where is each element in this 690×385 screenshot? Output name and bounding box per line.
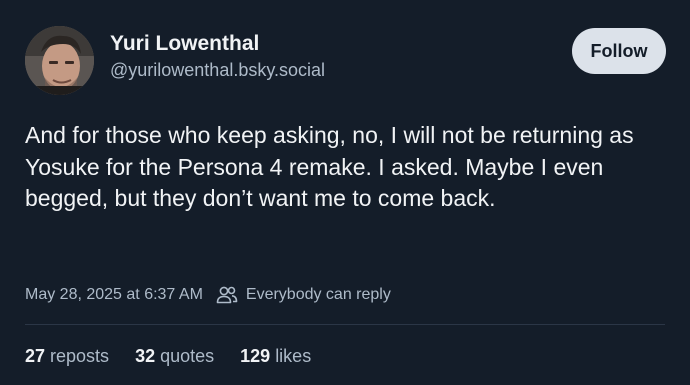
quotes-count: 32: [135, 346, 156, 366]
avatar-photo-icon: [25, 26, 94, 95]
quotes-label: quotes: [160, 346, 215, 366]
divider: [25, 324, 665, 325]
people-icon: [216, 286, 238, 304]
author-display-name[interactable]: Yuri Lowenthal: [110, 32, 259, 56]
quotes-stat[interactable]: 32 quotes: [135, 346, 214, 367]
author-handle[interactable]: @yurilowenthal.bsky.social: [110, 60, 325, 81]
likes-stat[interactable]: 129 likes: [240, 346, 311, 367]
reposts-count: 27: [25, 346, 46, 366]
post-timestamp[interactable]: May 28, 2025 at 6:37 AM: [25, 286, 203, 304]
post-card: Yuri Lowenthal @yurilowenthal.bsky.socia…: [0, 0, 690, 385]
likes-label: likes: [275, 346, 312, 366]
reply-setting: Everybody can reply: [245, 286, 391, 303]
post-stats: 27 reposts 32 quotes 129 likes: [25, 346, 311, 367]
post-meta: May 28, 2025 at 6:37 AM Everybody can re…: [25, 284, 391, 306]
reposts-stat[interactable]: 27 reposts: [25, 346, 109, 367]
follow-button[interactable]: Follow: [572, 28, 666, 74]
reposts-label: reposts: [50, 346, 110, 366]
post-text: And for those who keep asking, no, I wil…: [25, 122, 634, 211]
author-avatar[interactable]: [25, 26, 94, 95]
likes-count: 129: [240, 346, 271, 366]
